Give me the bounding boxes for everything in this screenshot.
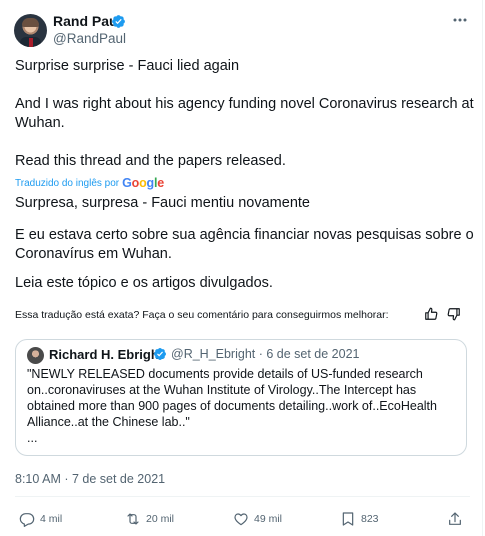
quoted-text-line: obtained more than 900 pages of document… xyxy=(27,399,437,413)
verified-badge-icon xyxy=(112,15,125,28)
like-button[interactable]: 49 mil xyxy=(233,509,282,529)
quoted-text-line: ... xyxy=(27,431,38,445)
tweet-text-line: Surprise surprise - Fauci lied again xyxy=(15,58,240,74)
thumbs-down-icon[interactable] xyxy=(447,307,461,321)
views-count: 823 xyxy=(361,513,379,525)
thumbs-up-icon[interactable] xyxy=(424,307,438,321)
quoted-text-line: on..coronaviruses at the Wuhan Institute… xyxy=(27,383,417,397)
tweet: Rand Paul @RandPaul Surprise surprise - … xyxy=(0,0,483,536)
tweet-timestamp[interactable]: 8:10 AM · 7 de set de 2021 xyxy=(15,472,165,486)
translation-text-line: Coronavírus em Wuhan. xyxy=(15,246,172,262)
quoted-text-line: "NEWLY RELEASED documents provide detail… xyxy=(27,367,423,381)
translation-text-line: Surpresa, surpresa - Fauci mentiu novame… xyxy=(15,195,310,211)
tweet-text-line: Wuhan. xyxy=(15,115,65,131)
retweet-icon xyxy=(127,513,139,525)
author-handle[interactable]: @RandPaul xyxy=(53,31,126,46)
quoted-tweet[interactable]: Richard H. Ebright @R_H_Ebright · 6 de s… xyxy=(15,339,467,456)
translation-feedback-prompt: Essa tradução está exata? Faça o seu com… xyxy=(15,309,389,321)
quoted-author-name: Richard H. Ebright xyxy=(49,347,164,362)
like-icon xyxy=(234,513,248,526)
quoted-text-line: Alliance..at the Chinese lab.." xyxy=(27,415,190,429)
translation-text-line: E eu estava certo sobre sua agência fina… xyxy=(15,227,474,243)
translation-attribution[interactable]: Traduzido do inglês por Google xyxy=(15,176,164,190)
retweet-button[interactable]: 20 mil xyxy=(125,509,174,529)
share-icon xyxy=(449,512,461,525)
more-icon[interactable] xyxy=(453,16,467,24)
share-button[interactable] xyxy=(447,509,468,529)
quoted-author-avatar[interactable] xyxy=(27,347,44,364)
reply-button[interactable]: 4 mil xyxy=(19,509,62,529)
reply-icon xyxy=(19,513,35,527)
reply-count: 4 mil xyxy=(40,513,63,525)
verified-badge-icon xyxy=(154,348,166,360)
divider xyxy=(15,496,470,497)
views-button[interactable]: 823 xyxy=(340,509,379,529)
translation-attribution-label: Traduzido do inglês por xyxy=(15,177,120,189)
quoted-meta: @R_H_Ebright · 6 de set de 2021 xyxy=(171,347,360,361)
tweet-text-line: Read this thread and the papers released… xyxy=(15,153,286,169)
author-avatar[interactable] xyxy=(14,14,47,47)
like-count: 49 mil xyxy=(254,513,283,525)
tweet-text-line: And I was right about his agency funding… xyxy=(15,96,474,112)
retweet-count: 20 mil xyxy=(146,513,175,525)
views-icon xyxy=(342,512,354,526)
google-logo: Google xyxy=(122,176,165,190)
translation-text-line: Leia este tópico e os artigos divulgados… xyxy=(15,275,273,291)
